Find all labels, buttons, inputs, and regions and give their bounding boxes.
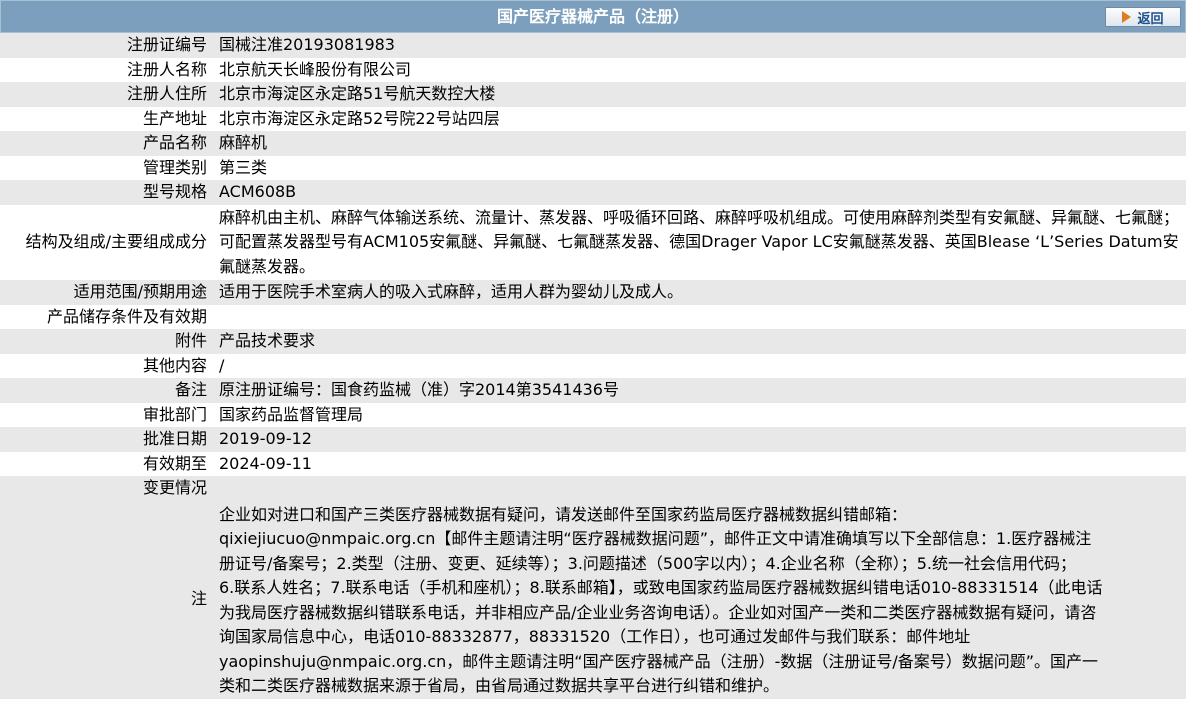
- field-label: 变更情况: [142, 478, 207, 497]
- table-row: 其他内容 /: [0, 353, 1186, 378]
- field-label: 其他内容: [142, 355, 207, 375]
- field-value: /: [219, 355, 225, 375]
- table-row: 型号规格 ACM608B: [0, 180, 1186, 205]
- field-label: 附件: [174, 331, 207, 350]
- page-title: 国产医疗器械产品（注册）: [496, 7, 689, 26]
- field-label: 适用范围/预期用途: [73, 282, 207, 301]
- field-label: 产品储存条件及有效期: [46, 306, 207, 326]
- field-label: 结构及组成/主要组成成分: [25, 232, 207, 251]
- field-value: 产品技术要求: [219, 331, 316, 350]
- field-label: 管理类别: [142, 157, 207, 177]
- back-button[interactable]: 返回: [1105, 7, 1181, 27]
- table-row: 注册人名称 北京航天长峰股份有限公司: [0, 57, 1186, 82]
- table-row: 管理类别 第三类: [0, 155, 1186, 180]
- table-row: 附件 产品技术要求: [0, 329, 1186, 354]
- field-label: 批准日期: [142, 429, 207, 448]
- table-row: 注册人住所 北京市海淀区永定路51号航天数控大楼: [0, 82, 1186, 107]
- field-label: 注册证编号: [126, 35, 207, 54]
- note-line: 询国家局信息中心，电话010-88332877，88331520（工作日），也可…: [219, 627, 971, 646]
- field-value: 2019-09-12: [219, 429, 312, 448]
- field-label: 注册人名称: [126, 59, 207, 79]
- table-row: 备注 原注册证编号：国食药监械（准）字2014第3541436号: [0, 378, 1186, 403]
- table-row: 有效期至 2024-09-11: [0, 451, 1186, 476]
- table-row: 产品名称 麻醉机: [0, 131, 1186, 156]
- arrow-right-icon: [1122, 11, 1132, 23]
- field-value: ACM608B: [219, 182, 297, 201]
- field-label: 型号规格: [142, 182, 207, 201]
- table-row: 批准日期 2019-09-12: [0, 427, 1186, 452]
- field-value: 麻醉机由主机、麻醉气体输送系统、流量计、蒸发器、呼吸循环回路、麻醉呼吸机组成。可…: [219, 207, 1180, 276]
- field-value: 2024-09-11: [219, 453, 312, 473]
- field-label: 产品名称: [142, 133, 207, 152]
- page-header: 国产医疗器械产品（注册） 返回: [0, 0, 1186, 33]
- field-label: 备注: [174, 380, 207, 399]
- back-button-label: 返回: [1137, 11, 1164, 27]
- field-value: 北京市海淀区永定路51号航天数控大楼: [219, 84, 496, 103]
- field-value: 适用于医院手术室病人的吸入式麻醉，适用人群为婴幼儿及成人。: [219, 282, 684, 301]
- note-line: 为我局医疗器械数据纠错联系电话，并非相应产品/企业业务咨询电话）。企业如对国产一…: [219, 602, 1097, 622]
- table-row: 审批部门 国家药品监督管理局: [0, 402, 1186, 427]
- table-row: 生产地址 北京市海淀区永定路52号院22号站四层: [0, 106, 1186, 131]
- field-value: 北京航天长峰股份有限公司: [219, 59, 412, 79]
- field-value: [215, 305, 1186, 330]
- table-row: 适用范围/预期用途 适用于医院手术室病人的吸入式麻醉，适用人群为婴幼儿及成人。: [0, 280, 1186, 305]
- note-label: 注: [190, 589, 207, 609]
- field-value: [215, 476, 1186, 501]
- note-line: 企业如对进口和国产三类医疗器械数据有疑问，请发送邮件至国家药监局医疗器械数据纠错…: [219, 504, 908, 524]
- note-text: 企业如对进口和国产三类医疗器械数据有疑问，请发送邮件至国家药监局医疗器械数据纠错…: [215, 501, 1186, 699]
- field-label: 有效期至: [142, 453, 207, 473]
- table-row: 结构及组成/主要组成成分 麻醉机由主机、麻醉气体输送系统、流量计、蒸发器、呼吸循…: [0, 204, 1186, 280]
- note-line: 6.联系人姓名；7.联系电话（手机和座机）；8.联系邮箱】，或致电国家药监局医疗…: [219, 578, 1103, 597]
- detail-table: 注册证编号 国械注准20193081983 注册人名称 北京航天长峰股份有限公司…: [0, 33, 1186, 699]
- note-line: qixiejiucuo@nmpaic.org.cn【邮件主题请注明“医疗器械数据…: [219, 529, 1092, 548]
- table-row: 注册证编号 国械注准20193081983: [0, 33, 1186, 58]
- note-line: 册证号/备案号；2.类型（注册、变更、延续等）；3.问题描述（500字以内）；4…: [219, 553, 1076, 573]
- field-value: 麻醉机: [219, 133, 268, 152]
- note-line: 类和二类医疗器械数据来源于省局，由省局通过数据共享平台进行纠错和维护。: [219, 676, 780, 695]
- note-row: 注 企业如对进口和国产三类医疗器械数据有疑问，请发送邮件至国家药监局医疗器械数据…: [0, 500, 1186, 699]
- table-row: 变更情况: [0, 476, 1186, 501]
- field-value: 原注册证编号：国食药监械（准）字2014第3541436号: [219, 380, 619, 399]
- table-row: 产品储存条件及有效期: [0, 304, 1186, 330]
- field-label: 生产地址: [142, 108, 207, 128]
- field-value: 第三类: [219, 157, 268, 177]
- field-value: 国家药品监督管理局: [219, 404, 364, 424]
- field-value: 北京市海淀区永定路52号院22号站四层: [219, 108, 500, 128]
- field-value: 国械注准20193081983: [219, 35, 395, 54]
- field-label: 注册人住所: [126, 84, 207, 103]
- note-line: yaopinshuju@nmpaic.org.cn，邮件主题请注明“国产医疗器械…: [219, 651, 1099, 671]
- field-label: 审批部门: [142, 404, 207, 424]
